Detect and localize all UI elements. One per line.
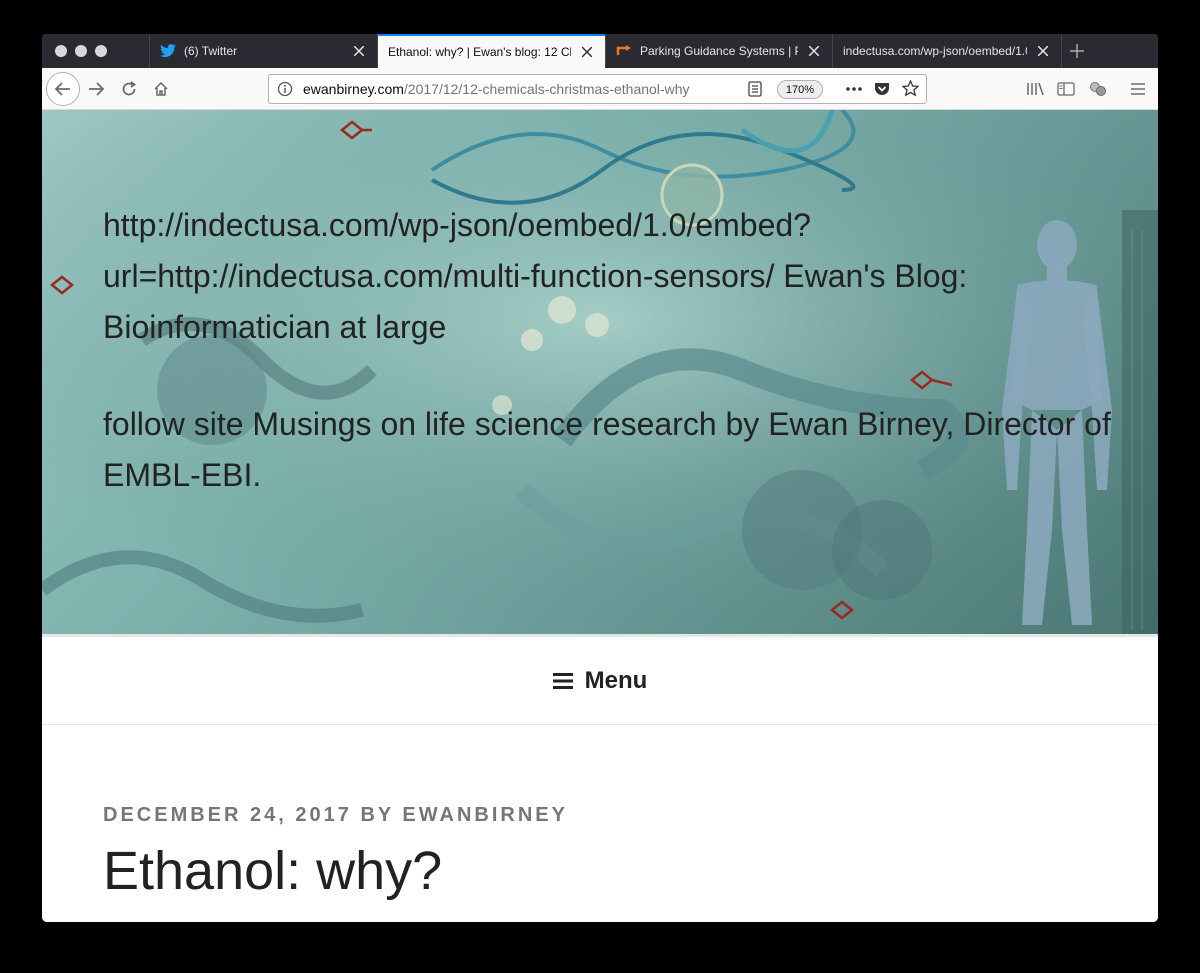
pocket-icon[interactable] xyxy=(874,81,890,102)
navigation-toolbar: ewanbirney.com/2017/12/12-chemicals-chri… xyxy=(42,68,1158,110)
twitter-icon xyxy=(160,43,176,59)
reader-view-icon[interactable] xyxy=(747,81,763,102)
home-button[interactable] xyxy=(151,80,171,98)
back-button[interactable] xyxy=(46,72,80,106)
close-tab-icon[interactable] xyxy=(806,43,822,59)
new-tab-button[interactable] xyxy=(1061,34,1091,68)
tab-title: Ethanol: why? | Ewan's blog: 12 Che xyxy=(388,45,571,59)
back-arrow-icon xyxy=(55,82,70,96)
site-title-text: http://indectusa.com/wp-json/oembed/1.0/… xyxy=(103,207,968,345)
navigation-menu-bar: Menu xyxy=(42,634,1158,725)
tab-title: indectusa.com/wp-json/oembed/1.0 xyxy=(843,44,1027,58)
forward-button[interactable] xyxy=(86,80,106,98)
url-path: /2017/12/12-chemicals-christmas-ethanol-… xyxy=(403,81,690,97)
reload-button[interactable] xyxy=(119,80,139,98)
post-by: by xyxy=(360,804,394,826)
tab-title: Parking Guidance Systems | Par xyxy=(640,44,798,58)
tab-title: (6) Twitter xyxy=(184,44,238,58)
hamburger-menu-icon[interactable] xyxy=(1128,80,1148,98)
sidebar-icon[interactable] xyxy=(1056,80,1076,98)
menu-toggle-button[interactable]: Menu xyxy=(552,666,648,695)
tab-ethanol[interactable]: Ethanol: why? | Ewan's blog: 12 Che xyxy=(377,34,605,68)
bookmark-star-icon[interactable] xyxy=(901,79,920,102)
reload-icon xyxy=(122,81,137,96)
page-content: http://indectusa.com/wp-json/oembed/1.0/… xyxy=(42,110,1158,922)
library-icon[interactable] xyxy=(1025,80,1045,98)
maximize-window-button[interactable] xyxy=(95,45,107,57)
url-text[interactable]: ewanbirney.com/2017/12/12-chemicals-chri… xyxy=(303,81,728,97)
extension-icon[interactable] xyxy=(1088,80,1108,98)
close-window-button[interactable] xyxy=(55,45,67,57)
post-title: Ethanol: why? xyxy=(103,841,443,901)
minimize-window-button[interactable] xyxy=(75,45,87,57)
site-description: http://indectusa.com/wp-json/oembed/1.0/… xyxy=(103,200,1143,501)
header-image: http://indectusa.com/wp-json/oembed/1.0/… xyxy=(42,110,1158,634)
window-controls xyxy=(42,34,149,68)
tab-twitter[interactable]: (6) Twitter xyxy=(149,34,377,68)
browser-window: (6) Twitter Ethanol: why? | Ewan's blog:… xyxy=(42,34,1158,922)
post-author-link[interactable]: ewanbirney xyxy=(402,804,568,826)
info-icon[interactable] xyxy=(277,81,293,97)
menu-icon xyxy=(552,672,573,689)
close-tab-icon[interactable] xyxy=(1035,43,1051,59)
page-actions-icon[interactable] xyxy=(845,81,863,102)
url-bar[interactable]: ewanbirney.com/2017/12/12-chemicals-chri… xyxy=(268,74,927,104)
zoom-level-badge[interactable]: 170% xyxy=(777,80,823,99)
forward-arrow-icon xyxy=(89,82,104,96)
site-tagline-text: follow site Musings on life science rese… xyxy=(103,406,1111,493)
url-domain: ewanbirney.com xyxy=(303,81,404,97)
close-tab-icon[interactable] xyxy=(579,44,595,60)
plus-icon xyxy=(1069,44,1084,58)
arrow-icon xyxy=(616,43,632,59)
post-meta: December 24, 2017 by ewanbirney xyxy=(103,804,568,827)
home-icon xyxy=(154,81,168,96)
tab-indectusa[interactable]: indectusa.com/wp-json/oembed/1.0 xyxy=(832,34,1061,68)
tab-parking[interactable]: Parking Guidance Systems | Par xyxy=(605,34,832,68)
tab-strip: (6) Twitter Ethanol: why? | Ewan's blog:… xyxy=(42,34,1158,68)
menu-label: Menu xyxy=(584,666,648,694)
close-tab-icon[interactable] xyxy=(351,43,367,59)
post-date[interactable]: December 24, 2017 xyxy=(103,804,352,826)
